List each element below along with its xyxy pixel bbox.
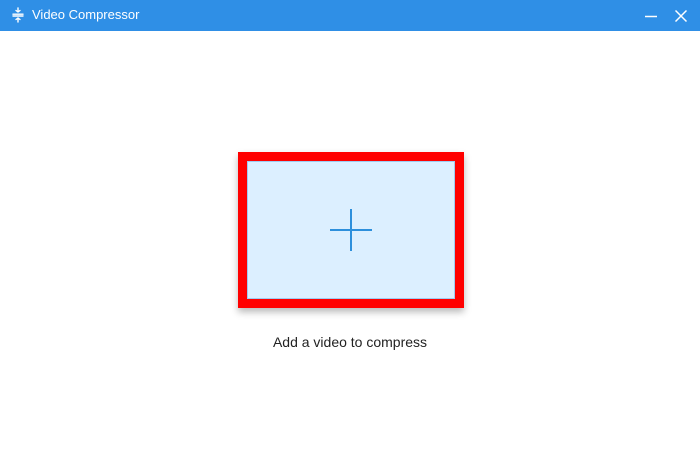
close-icon	[674, 9, 688, 22]
title-bar[interactable]: Video Compressor	[0, 0, 700, 31]
add-video-drop-zone[interactable]	[247, 161, 455, 299]
main-content: Add a video to compress	[0, 31, 700, 475]
highlight-frame	[238, 152, 464, 308]
minimize-button[interactable]	[634, 0, 668, 31]
compress-icon	[12, 7, 24, 23]
close-button[interactable]	[664, 0, 698, 31]
window-title: Video Compressor	[32, 7, 140, 22]
plus-icon	[330, 209, 372, 251]
minimize-icon	[645, 15, 657, 17]
video-compressor-window: Video Compressor Add a video to compress	[0, 0, 700, 475]
add-video-hint: Add a video to compress	[272, 334, 428, 350]
